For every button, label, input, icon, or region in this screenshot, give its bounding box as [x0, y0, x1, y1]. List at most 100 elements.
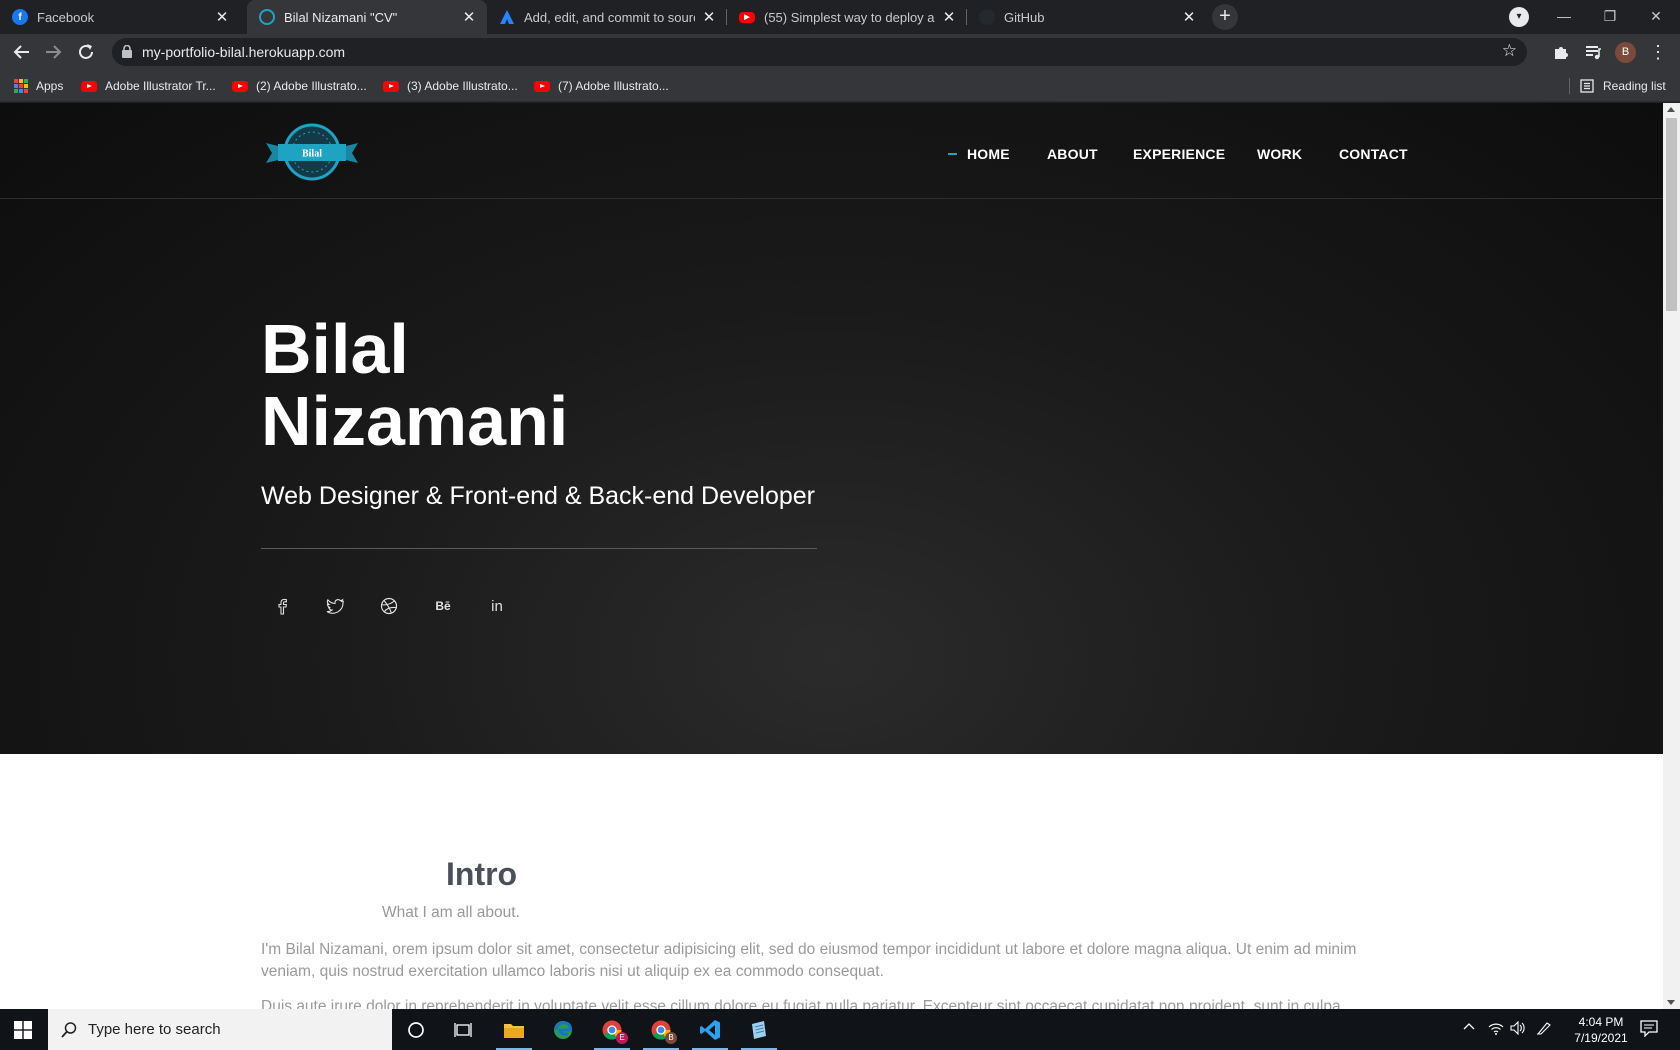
page-scrollbar[interactable]	[1663, 103, 1680, 1009]
hero-last-name: Nizamani	[261, 382, 569, 460]
tab-title: (55) Simplest way to deploy a Re	[764, 9, 935, 25]
chevron-up-icon[interactable]	[1463, 1021, 1475, 1036]
tab-github[interactable]: GitHub ✕	[967, 0, 1207, 34]
profile-badge: B	[665, 1032, 677, 1044]
youtube-icon: ▶	[739, 11, 755, 23]
nav-home[interactable]: HOME	[948, 144, 1010, 164]
vscode-icon[interactable]	[687, 1009, 733, 1050]
close-icon[interactable]: ✕	[461, 8, 477, 26]
chrome-icon[interactable]: B	[638, 1009, 684, 1050]
close-icon[interactable]: ✕	[1181, 8, 1197, 26]
window-close-icon[interactable]: ✕	[1633, 4, 1679, 30]
lock-icon	[122, 45, 132, 58]
back-arrow-icon[interactable]	[11, 41, 33, 63]
task-view-icon[interactable]	[440, 1009, 486, 1050]
profile-avatar[interactable]: B	[1615, 42, 1636, 63]
nav-contact[interactable]: CONTACT	[1339, 144, 1408, 164]
file-explorer-icon[interactable]	[491, 1009, 537, 1050]
close-icon[interactable]: ✕	[701, 8, 717, 26]
nav-about-link[interactable]: ABOUT	[1047, 146, 1098, 162]
intro-subtitle: What I am all about.	[382, 904, 520, 921]
notifications-icon[interactable]	[1640, 1020, 1658, 1040]
network-icon[interactable]	[1488, 1021, 1504, 1038]
apps-grid-icon	[14, 79, 28, 93]
bookmark-apps[interactable]: Apps	[14, 76, 63, 96]
intro-title: Intro	[446, 856, 518, 892]
linkedin-icon[interactable]: in	[486, 595, 508, 617]
tab-title: Facebook	[37, 9, 95, 25]
start-button[interactable]	[0, 1009, 46, 1050]
portfolio-icon	[259, 9, 275, 25]
twitter-icon[interactable]	[324, 595, 346, 617]
bookmarks-bar: Apps Adobe Illustrator Tr... (2) Adobe I…	[0, 70, 1680, 102]
tab-search-icon[interactable]: ▾	[1509, 7, 1529, 27]
browser-toolbar: my-portfolio-bilal.herokuapp.com ☆ B ⋮	[0, 34, 1680, 70]
extensions-icon[interactable]	[1550, 41, 1572, 63]
address-bar[interactable]: my-portfolio-bilal.herokuapp.com ☆	[112, 38, 1527, 66]
taskbar-search-input[interactable]: Type here to search	[48, 1009, 392, 1050]
taskbar-clock[interactable]: 4:04 PM 7/19/2021	[1566, 1014, 1636, 1046]
cortana-icon[interactable]	[393, 1009, 439, 1050]
volume-icon[interactable]	[1510, 1020, 1526, 1038]
youtube-icon	[81, 80, 97, 92]
divider	[1569, 78, 1570, 94]
bookmark-item[interactable]: (2) Adobe Illustrato...	[232, 76, 367, 96]
bookmark-item[interactable]: (7) Adobe Illustrato...	[534, 76, 669, 96]
tab-youtube[interactable]: ▶ (55) Simplest way to deploy a Re ✕	[727, 0, 967, 34]
nav-contact-link[interactable]: CONTACT	[1339, 146, 1408, 162]
github-icon	[979, 9, 995, 25]
scrollbar-thumb[interactable]	[1666, 118, 1677, 311]
hero-section: Bilal HOME ABOUT EXPERIENCE WORK CONTACT…	[0, 103, 1663, 754]
windows-logo-icon	[14, 1020, 32, 1039]
bookmark-star-icon[interactable]: ☆	[1502, 41, 1517, 61]
reading-list-button[interactable]: Reading list	[1580, 76, 1666, 96]
page-viewport: Bilal HOME ABOUT EXPERIENCE WORK CONTACT…	[0, 103, 1663, 1009]
close-icon[interactable]: ✕	[214, 8, 230, 26]
youtube-icon	[534, 80, 550, 92]
hero-first-name: Bilal	[261, 310, 409, 388]
nav-divider	[0, 198, 1663, 199]
tab-title: Add, edit, and commit to source	[524, 9, 695, 25]
tab-atlassian[interactable]: Add, edit, and commit to source ✕	[487, 0, 727, 34]
scroll-up-icon[interactable]	[1667, 107, 1675, 112]
hero-divider	[261, 548, 817, 549]
youtube-icon	[232, 80, 248, 92]
facebook-icon[interactable]	[271, 595, 293, 617]
profile-badge: E	[616, 1032, 628, 1044]
nav-work-link[interactable]: WORK	[1257, 146, 1302, 162]
bookmark-item[interactable]: Adobe Illustrator Tr...	[81, 76, 216, 96]
reading-list-icon	[1580, 79, 1594, 93]
notepad-icon[interactable]	[736, 1009, 782, 1050]
edge-icon[interactable]	[540, 1009, 586, 1050]
site-logo[interactable]: Bilal	[264, 123, 360, 181]
pen-icon[interactable]	[1536, 1021, 1552, 1038]
tab-portfolio[interactable]: Bilal Nizamani "CV" ✕	[247, 0, 487, 34]
minimize-icon[interactable]: —	[1541, 4, 1587, 30]
scroll-down-icon[interactable]	[1667, 1000, 1675, 1005]
chrome-icon[interactable]: E	[589, 1009, 635, 1050]
more-menu-icon[interactable]: ⋮	[1647, 41, 1669, 63]
dribbble-icon[interactable]	[378, 595, 400, 617]
nav-experience-link[interactable]: EXPERIENCE	[1133, 146, 1225, 162]
hero-role: Web Designer & Front-end & Back-end Deve…	[261, 482, 815, 510]
tab-title: GitHub	[1004, 9, 1045, 25]
nav-about[interactable]: ABOUT	[1047, 144, 1098, 164]
hero-name: Bilal Nizamani	[261, 313, 568, 457]
reload-icon[interactable]	[75, 41, 97, 63]
clock-time: 4:04 PM	[1578, 1015, 1624, 1029]
behance-icon[interactable]: Bē	[432, 595, 454, 617]
active-indicator	[948, 153, 957, 155]
restore-icon[interactable]: ❐	[1587, 4, 1633, 30]
media-queue-icon[interactable]	[1582, 41, 1604, 63]
forward-arrow-icon[interactable]	[42, 41, 64, 63]
nav-experience[interactable]: EXPERIENCE	[1133, 144, 1225, 164]
url-text: my-portfolio-bilal.herokuapp.com	[142, 44, 346, 60]
tab-facebook[interactable]: f Facebook ✕	[0, 0, 240, 34]
new-tab-button[interactable]: +	[1212, 4, 1238, 30]
tab-strip: f Facebook ✕ Bilal Nizamani "CV" ✕ Add, …	[0, 0, 1680, 34]
nav-home-link[interactable]: HOME	[967, 146, 1010, 162]
close-icon[interactable]: ✕	[941, 8, 957, 26]
nav-work[interactable]: WORK	[1257, 144, 1302, 164]
bookmark-item[interactable]: (3) Adobe Illustrato...	[383, 76, 518, 96]
atlassian-icon	[499, 9, 515, 25]
